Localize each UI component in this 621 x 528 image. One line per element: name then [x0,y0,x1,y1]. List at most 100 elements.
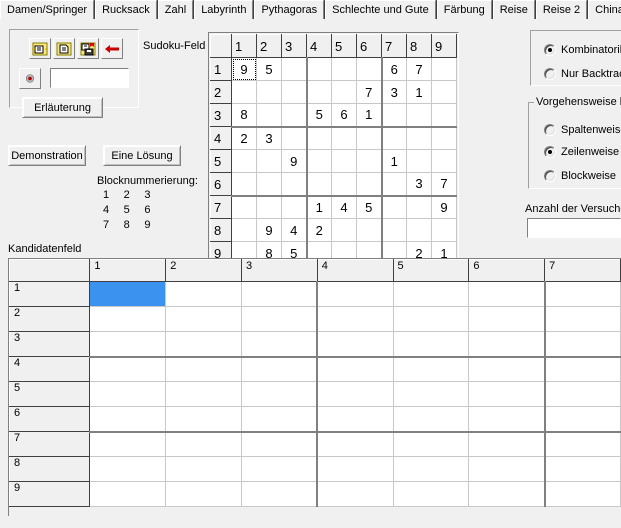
sudoku-cell-r4c1[interactable]: 2 [231,125,257,150]
kandidatenfeld-cell-r3c2[interactable] [165,331,242,357]
sudoku-cell-r7c5[interactable]: 4 [331,194,357,219]
kandidatenfeld-cell-r9c3[interactable] [240,481,318,507]
tab-reise-2[interactable]: Reise 2 [535,0,588,19]
new-document-button[interactable] [53,38,75,59]
eine-loesung-button[interactable]: Eine Lösung [103,145,181,166]
sudoku-cell-r1c4[interactable] [305,57,332,81]
kandidatenfeld-cell-r6c2[interactable] [165,406,242,432]
tab-chinakisten[interactable]: Chinakisten [588,0,621,19]
kandidatenfeld-cell-r7c2[interactable] [165,430,242,457]
kandidatenfeld-cell-r8c5[interactable] [392,456,470,482]
kandidatenfeld-cell-r4c2[interactable] [165,355,242,382]
kandidatenfeld-cell-r1c1[interactable] [89,281,167,307]
radio-kombinatorik[interactable]: Kombinatorik [544,44,621,56]
sudoku-cell-r1c2[interactable]: 5 [256,57,282,81]
sudoku-cell-r6c4[interactable] [305,172,332,196]
kandidatenfeld-cell-r3c7[interactable] [543,331,621,357]
kandidatenfeld-cell-r3c5[interactable] [392,331,470,357]
kandidatenfeld-cell-r5c7[interactable] [543,381,621,407]
kandidatenfeld-cell-r8c7[interactable] [543,456,621,482]
sudoku-cell-r1c8[interactable]: 7 [406,57,432,81]
sudoku-cell-r8c4[interactable]: 2 [305,218,332,242]
kandidatenfeld-cell-r1c5[interactable] [392,281,470,307]
kandidatenfeld-cell-r6c5[interactable] [392,406,470,432]
sudoku-cell-r1c6[interactable] [356,57,382,81]
kandidatenfeld-cell-r1c3[interactable] [240,281,318,307]
sudoku-cell-r3c6[interactable]: 1 [356,103,382,127]
sudoku-cell-r3c5[interactable]: 6 [331,103,357,127]
tab-schlechte-und-gute[interactable]: Schlechte und Gute [325,0,436,19]
sudoku-cell-r4c5[interactable] [331,125,357,150]
tab-reise[interactable]: Reise [492,0,535,19]
kandidatenfeld-cell-r4c5[interactable] [392,355,470,382]
kandidatenfeld-cell-r1c2[interactable] [165,281,242,307]
kandidatenfeld-cell-r6c6[interactable] [468,406,546,432]
kandidatenfeld-cell-r2c2[interactable] [165,306,242,332]
kandidatenfeld-cell-r1c4[interactable] [316,281,394,307]
sudoku-cell-r2c1[interactable] [231,80,257,104]
sudoku-cell-r8c9[interactable] [431,218,457,242]
sudoku-cell-r5c1[interactable] [231,149,257,173]
kandidatenfeld-cell-r3c1[interactable] [89,331,167,357]
sudoku-cell-r8c3[interactable]: 4 [281,218,307,242]
kandidatenfeld-cell-r8c6[interactable] [468,456,546,482]
kandidatenfeld-cell-r5c1[interactable] [89,381,167,407]
sudoku-cell-r1c3[interactable] [281,57,307,81]
sudoku-cell-r3c3[interactable] [281,103,307,127]
radio-spaltenweise[interactable]: Spaltenweise [544,124,621,136]
tab-pythagoras[interactable]: Pythagoras [254,0,325,19]
kandidatenfeld-cell-r3c6[interactable] [468,331,546,357]
tab-f-rbung[interactable]: Färbung [436,0,492,19]
kandidatenfeld-cell-r2c4[interactable] [316,306,394,332]
sudoku-cell-r5c2[interactable] [256,149,282,173]
kandidatenfeld-cell-r9c5[interactable] [392,481,470,507]
sudoku-cell-r3c7[interactable] [380,103,407,127]
radio-blockweise[interactable]: Blockweise [544,170,616,182]
sudoku-cell-r5c4[interactable] [305,149,332,173]
sudoku-cell-r2c4[interactable] [305,80,332,104]
kandidatenfeld-cell-r8c3[interactable] [240,456,318,482]
kandidatenfeld-cell-r4c3[interactable] [240,355,318,382]
sudoku-cell-r6c9[interactable]: 7 [431,172,457,196]
kandidatenfeld-cell-r6c1[interactable] [89,406,167,432]
record-input[interactable] [50,68,129,88]
sudoku-cell-r7c8[interactable] [406,194,432,219]
kandidatenfeld-cell-r5c6[interactable] [468,381,546,407]
sudoku-cell-r8c8[interactable] [406,218,432,242]
kandidatenfeld-cell-r9c2[interactable] [165,481,242,507]
kandidatenfeld-cell-r7c3[interactable] [240,430,318,457]
sudoku-cell-r6c5[interactable] [331,172,357,196]
kandidatenfeld-cell-r5c4[interactable] [316,381,394,407]
sudoku-cell-r4c6[interactable] [356,125,382,150]
kandidatenfeld-cell-r8c1[interactable] [89,456,167,482]
kandidatenfeld-cell-r4c1[interactable] [89,355,167,382]
sudoku-cell-r2c6[interactable]: 7 [356,80,382,104]
sudoku-cell-r3c4[interactable]: 5 [305,103,332,127]
sudoku-cell-r8c2[interactable]: 9 [256,218,282,242]
tab-zahl[interactable]: Zahl [157,0,194,19]
demonstration-button[interactable]: Demonstration [8,145,86,166]
kandidatenfeld-cell-r7c1[interactable] [89,430,167,457]
sudoku-cell-r3c8[interactable] [406,103,432,127]
sudoku-cell-r7c1[interactable] [231,194,257,219]
kandidatenfeld-cell-r9c6[interactable] [468,481,546,507]
sudoku-cell-r3c9[interactable] [431,103,457,127]
sudoku-cell-r6c7[interactable] [380,172,407,196]
sudoku-cell-r5c6[interactable] [356,149,382,173]
kandidatenfeld-cell-r7c5[interactable] [392,430,470,457]
sudoku-cell-r6c6[interactable] [356,172,382,196]
sudoku-cell-r5c7[interactable]: 1 [380,149,407,173]
kandidatenfeld-cell-r2c6[interactable] [468,306,546,332]
sudoku-cell-r4c2[interactable]: 3 [256,125,282,150]
kandidatenfeld-cell-r2c3[interactable] [240,306,318,332]
kandidatenfeld-cell-r2c7[interactable] [543,306,621,332]
sudoku-cell-r7c4[interactable]: 1 [305,194,332,219]
kandidatenfeld-grid[interactable]: 1234567123456789 [8,258,621,516]
sudoku-cell-r4c8[interactable] [406,125,432,150]
sudoku-cell-r5c8[interactable] [406,149,432,173]
tab-strip[interactable]: Damen/Springer Rucksack Zahl Labyrinth Pytha… [0,0,621,21]
tab-labyrinth[interactable]: Labyrinth [194,0,254,19]
sudoku-cell-r2c3[interactable] [281,80,307,104]
kandidatenfeld-cell-r1c6[interactable] [468,281,546,307]
save-button[interactable] [77,38,99,59]
